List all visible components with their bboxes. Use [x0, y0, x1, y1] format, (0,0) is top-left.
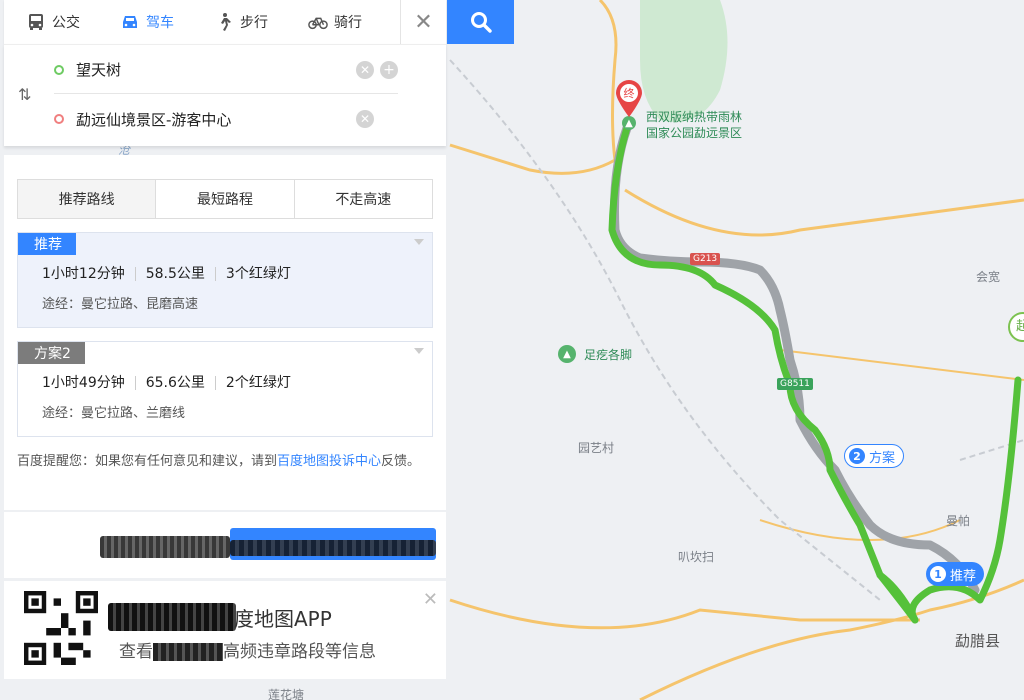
badge-main-label: 推荐: [950, 568, 977, 584]
map-label-lianhuatang: 莲花塘: [268, 688, 305, 700]
tab-bus-label: 公交: [52, 15, 80, 31]
route-panel: 公交 驾车 步行 骑行 ✕ ⇅ 望天树 ✕ + 勐远仙境景区-游客中心 ✕: [4, 0, 446, 146]
map-label-manpa: 曼帕: [946, 514, 971, 528]
add-waypoint-icon[interactable]: +: [380, 60, 398, 79]
tab-bike-label: 骑行: [334, 15, 362, 31]
route-2-lights: 2个红绿灯: [214, 376, 301, 390]
route-1-time: 1小时12分钟: [42, 266, 125, 282]
car-icon: [123, 16, 137, 28]
tab-walk-label: 步行: [240, 15, 268, 31]
search-button[interactable]: [447, 0, 514, 44]
notice-tail: 反馈。: [381, 454, 421, 469]
route-2-distance: 65.6公里: [134, 376, 215, 390]
redacted-subtitle: [153, 643, 223, 661]
route-card-2-metrics: 1小时49分钟 65.6公里 2个红绿灯: [42, 376, 301, 390]
road-shield-g8511: G8511: [777, 378, 813, 390]
badge-alt-number: 2: [849, 448, 865, 464]
close-icon[interactable]: ✕: [400, 0, 446, 44]
route-results: 推荐路线 最短路程 不走高速 推荐 1小时12分钟 58.5公里 3个红绿灯 途…: [4, 155, 446, 510]
end-field[interactable]: 勐远仙境景区-游客中心 ✕: [54, 95, 398, 143]
tab-car[interactable]: 驾车: [98, 0, 192, 44]
swap-icon[interactable]: ⇅: [18, 85, 31, 104]
poi-end-name[interactable]: 西双版纳热带雨林 国家公园勐远景区: [646, 109, 742, 141]
tab-car-label: 驾车: [146, 15, 174, 31]
badge-main-number: 1: [930, 566, 946, 582]
search-icon: [470, 12, 492, 33]
end-value: 勐远仙境景区-游客中心: [76, 110, 232, 129]
route-1-via: 途经：曼它拉路、昆磨高速: [42, 297, 199, 312]
park-icon: ▲: [558, 345, 576, 363]
route-badge-alt[interactable]: 2 方案: [844, 444, 905, 468]
bike-icon: [308, 17, 328, 30]
start-field[interactable]: 望天树 ✕ +: [54, 46, 398, 94]
redacted-text: [100, 536, 230, 558]
clear-start-icon[interactable]: ✕: [356, 60, 374, 79]
clear-end-icon[interactable]: ✕: [356, 110, 374, 128]
route-2-time: 1小时49分钟: [42, 375, 125, 391]
chevron-down-icon[interactable]: [414, 239, 424, 245]
route-inputs: ⇅ 望天树 ✕ + 勐远仙境景区-游客中心 ✕: [4, 44, 446, 146]
route-card-1-metrics: 1小时12分钟 58.5公里 3个红绿灯: [42, 267, 301, 281]
walk-icon: [221, 13, 231, 31]
chevron-down-icon[interactable]: [414, 348, 424, 354]
transport-tabs: 公交 驾车 步行 骑行 ✕: [4, 0, 446, 44]
end-pin-text: 终: [624, 86, 635, 100]
promo-subtitle-tail: 高频违章路段等信息: [223, 642, 376, 662]
action-bar: [4, 512, 446, 578]
tab-bus[interactable]: 公交: [4, 0, 98, 44]
tab-recommended-route[interactable]: 推荐路线: [18, 180, 157, 218]
complaint-center-link[interactable]: 百度地图投诉中心: [277, 454, 381, 469]
poi-other-name[interactable]: 足疙各脚: [584, 347, 632, 363]
start-pin-text: 起: [1016, 319, 1024, 334]
route-card-1-tag: 推荐: [18, 233, 76, 255]
tab-walk[interactable]: 步行: [192, 0, 286, 44]
tab-bike[interactable]: 骑行: [286, 0, 380, 44]
promo-subtitle: 查看 高频违章路段等信息: [119, 637, 376, 662]
map-label-mengla: 勐腊县: [955, 632, 1001, 650]
start-value: 望天树: [76, 61, 122, 79]
tab-no-highway[interactable]: 不走高速: [295, 180, 432, 218]
close-icon[interactable]: ✕: [423, 589, 438, 610]
map-label-huikuan: 会宽: [976, 270, 1001, 284]
route-1-lights: 3个红绿灯: [214, 267, 301, 281]
route-1-distance: 58.5公里: [134, 267, 215, 281]
end-dot-icon: [54, 114, 64, 124]
notice-text: 百度提醒您：如果您有任何意见和建议，请到: [17, 454, 278, 469]
map-label-yuanyicun: 园艺村: [578, 441, 615, 455]
road-shield-g213: G213: [690, 253, 721, 265]
redacted-overlay: [230, 540, 436, 556]
end-pin-icon[interactable]: 终: [614, 80, 644, 118]
poi-end-line2: 国家公园勐远景区: [646, 126, 743, 140]
route-card-1[interactable]: 推荐 1小时12分钟 58.5公里 3个红绿灯 途经：曼它拉路、昆磨高速: [17, 232, 433, 328]
route-badge-main[interactable]: 1 推荐: [926, 562, 985, 586]
map-label-bakansao: 叭坎扫: [678, 550, 715, 564]
feedback-notice: 百度提醒您：如果您有任何意见和建议，请到百度地图投诉中心反馈。: [17, 450, 437, 473]
route-2-via: 途经：曼它拉路、兰磨线: [42, 406, 186, 421]
tab-shortest-route[interactable]: 最短路程: [156, 180, 295, 218]
promo-title: 度地图APP: [234, 607, 332, 631]
app-promo: 度地图APP 查看 高频违章路段等信息 ✕: [4, 581, 446, 679]
route-option-tabs: 推荐路线 最短路程 不走高速: [17, 179, 433, 219]
poi-end-line1: 西双版纳热带雨林: [646, 110, 743, 124]
tree-icon: ▲: [622, 116, 636, 130]
badge-alt-label: 方案: [869, 450, 896, 466]
qr-code[interactable]: [24, 591, 98, 665]
start-dot-icon: [54, 64, 64, 75]
route-card-2-tag: 方案2: [18, 342, 85, 364]
redacted-title: [108, 603, 236, 631]
route-card-2[interactable]: 方案2 1小时49分钟 65.6公里 2个红绿灯 途经：曼它拉路、兰磨线: [17, 341, 433, 437]
promo-subtitle-head: 查看: [119, 642, 153, 662]
bus-icon: [29, 14, 43, 30]
